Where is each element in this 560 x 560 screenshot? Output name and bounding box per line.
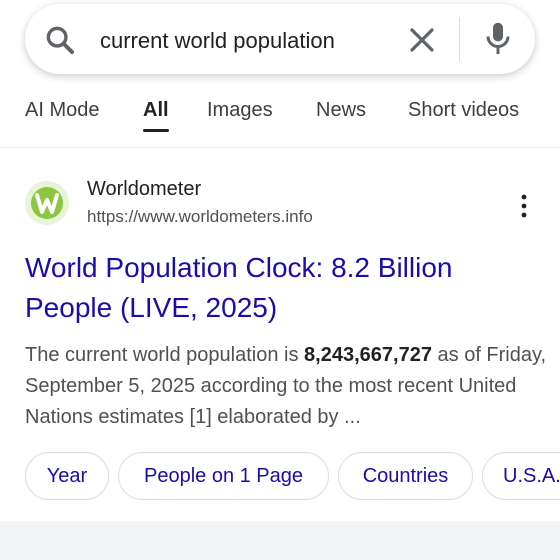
site-url[interactable]: https://www.worldometers.info	[87, 206, 313, 228]
site-name[interactable]: Worldometer	[87, 177, 201, 201]
clear-icon[interactable]	[407, 25, 437, 55]
mic-icon[interactable]	[483, 20, 513, 58]
chip-countries[interactable]: Countries	[338, 452, 473, 500]
chip-people-on-1-page[interactable]: People on 1 Page	[118, 452, 329, 500]
tab-news[interactable]: News	[316, 92, 366, 132]
chip-usa[interactable]: U.S.A.	[482, 452, 560, 500]
search-input[interactable]: current world population	[100, 26, 370, 56]
tab-short-videos[interactable]: Short videos	[408, 92, 519, 132]
search-result: Worldometer https://www.worldometers.inf…	[0, 148, 560, 520]
result-title-link[interactable]: World Population Clock: 8.2 Billion Peop…	[25, 248, 545, 328]
more-vert-icon[interactable]	[514, 193, 534, 219]
tab-all[interactable]: All	[143, 92, 169, 132]
result-snippet: The current world population is 8,243,66…	[25, 344, 547, 428]
tab-images[interactable]: Images	[207, 92, 273, 132]
population-number: 8,243,667,727	[304, 344, 432, 366]
chip-year[interactable]: Year	[25, 452, 109, 500]
result-separator-band	[0, 521, 560, 560]
search-icon	[46, 26, 75, 55]
search-divider	[459, 17, 460, 61]
search-bar[interactable]: current world population	[25, 4, 535, 74]
worldometer-logo-icon[interactable]	[25, 181, 69, 225]
active-tab-indicator	[143, 129, 169, 132]
sitelink-chips: Year People on 1 Page Countries U.S.A.	[0, 452, 560, 502]
tab-ai-mode[interactable]: AI Mode	[25, 92, 99, 132]
search-tabs: AI Mode All Images News Short videos	[0, 92, 560, 132]
